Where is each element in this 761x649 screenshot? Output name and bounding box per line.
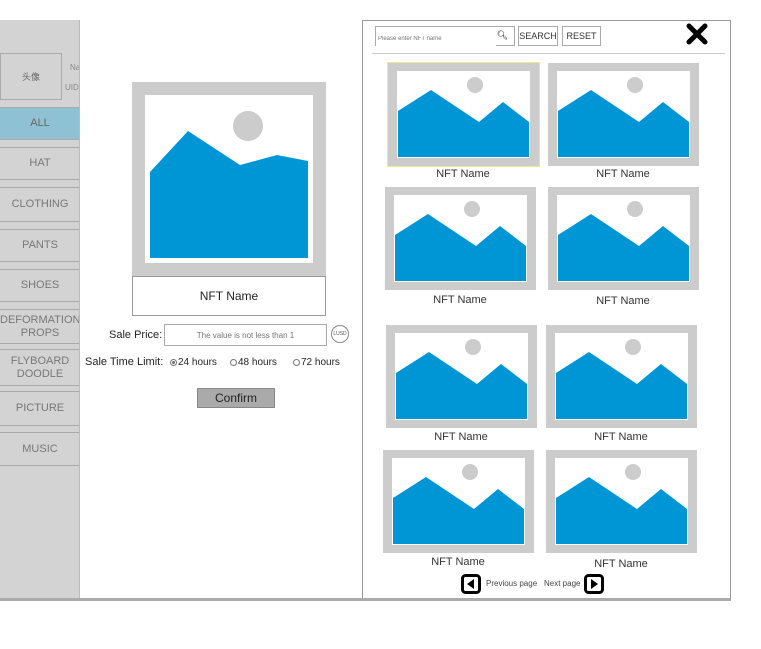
- image-icon: [557, 195, 690, 282]
- sell-panel: NFT Name Sale Price: LUSD Sale Time Limi…: [80, 20, 363, 598]
- nft-card[interactable]: [383, 450, 534, 553]
- sidebar-item-label: CLOTHING: [11, 198, 69, 210]
- time-option-label: 72 hours: [301, 357, 340, 368]
- confirm-button[interactable]: Confirm: [197, 388, 275, 408]
- search-button[interactable]: SEARCH: [518, 26, 558, 46]
- avatar: 头像: [0, 53, 62, 100]
- previous-page-link[interactable]: Previous page: [486, 579, 537, 588]
- sidebar-item-label: HAT: [29, 157, 51, 169]
- nft-card-name: NFT Name: [594, 558, 648, 570]
- sidebar: 头像 Na UID ALL HAT CLOTHING PANTS SHOES DEFORM…: [0, 20, 80, 598]
- sidebar-item-label: DEFORMATION PROPS: [0, 313, 80, 339]
- search-field[interactable]: 🔍︎: [375, 26, 515, 48]
- image-icon: [394, 195, 527, 282]
- nft-card[interactable]: [546, 450, 697, 553]
- image-icon: [395, 333, 528, 420]
- nft-card-name: NFT Name: [433, 294, 487, 306]
- image-icon: [555, 333, 688, 420]
- radio-icon[interactable]: [230, 359, 237, 366]
- image-icon: [392, 458, 525, 545]
- nft-card[interactable]: [385, 187, 536, 290]
- next-page-link[interactable]: Next page: [544, 579, 580, 588]
- sidebar-item-label: PANTS: [22, 239, 58, 251]
- nft-card[interactable]: [546, 325, 697, 428]
- image-icon: [397, 71, 530, 158]
- time-option-0[interactable]: 24 hours: [170, 357, 217, 368]
- time-option-label: 48 hours: [238, 357, 277, 368]
- divider: [372, 53, 725, 54]
- sidebar-item-label: PICTURE: [15, 402, 65, 414]
- nft-name-box: NFT Name: [132, 276, 326, 316]
- time-option-2[interactable]: 72 hours: [293, 357, 340, 368]
- sidebar-item-music[interactable]: MUSIC: [0, 432, 79, 466]
- next-page-button[interactable]: [584, 574, 604, 594]
- sidebar-item-deformation-props[interactable]: DEFORMATION PROPS: [0, 309, 80, 344]
- nft-card-name: NFT Name: [431, 556, 485, 568]
- nft-card-name: NFT Name: [596, 168, 650, 180]
- close-icon[interactable]: [686, 23, 708, 45]
- sidebar-item-label: ALL: [30, 117, 50, 129]
- sidebar-item-shoes[interactable]: SHOES: [0, 269, 79, 302]
- nft-card[interactable]: [387, 62, 540, 167]
- sidebar-item-hat[interactable]: HAT: [0, 147, 79, 180]
- sidebar-item-picture[interactable]: PICTURE: [0, 391, 79, 426]
- sidebar-item-label: FLYBOARD DOODLE: [10, 354, 70, 380]
- uid-label: UID: [65, 83, 79, 92]
- radio-icon[interactable]: [170, 359, 177, 366]
- reset-button[interactable]: RESET: [562, 26, 601, 46]
- sidebar-item-flyboard-doodle[interactable]: FLYBOARD DOODLE: [0, 349, 79, 386]
- nft-preview-image: [132, 82, 326, 276]
- sidebar-item-clothing[interactable]: CLOTHING: [0, 187, 79, 222]
- sidebar-item-pants[interactable]: PANTS: [0, 229, 79, 262]
- nft-card-name: NFT Name: [596, 295, 650, 307]
- nft-card-name: NFT Name: [434, 431, 488, 443]
- nft-card[interactable]: [548, 63, 699, 166]
- radio-icon[interactable]: [293, 359, 300, 366]
- previous-page-button[interactable]: [461, 574, 481, 594]
- image-icon: [555, 458, 688, 545]
- nft-card[interactable]: [548, 187, 699, 290]
- time-option-1[interactable]: 48 hours: [230, 357, 277, 368]
- nft-card-name: NFT Name: [436, 168, 490, 180]
- time-option-label: 24 hours: [178, 357, 217, 368]
- currency-badge: LUSD: [331, 325, 349, 343]
- sale-price-label: Sale Price:: [109, 329, 163, 341]
- user-name-label: Na: [70, 63, 80, 72]
- image-icon: [557, 71, 690, 158]
- sidebar-item-label: MUSIC: [22, 442, 58, 455]
- nft-card[interactable]: [386, 325, 537, 428]
- search-icon[interactable]: 🔍︎: [497, 30, 508, 41]
- nft-card-name: NFT Name: [594, 431, 648, 443]
- search-input[interactable]: [376, 30, 496, 48]
- image-icon: [145, 95, 313, 263]
- sale-time-label: Sale Time Limit:: [85, 356, 164, 368]
- sidebar-item-all[interactable]: ALL: [0, 107, 79, 140]
- sale-price-input[interactable]: [164, 324, 327, 346]
- sidebar-item-label: SHOES: [20, 279, 60, 291]
